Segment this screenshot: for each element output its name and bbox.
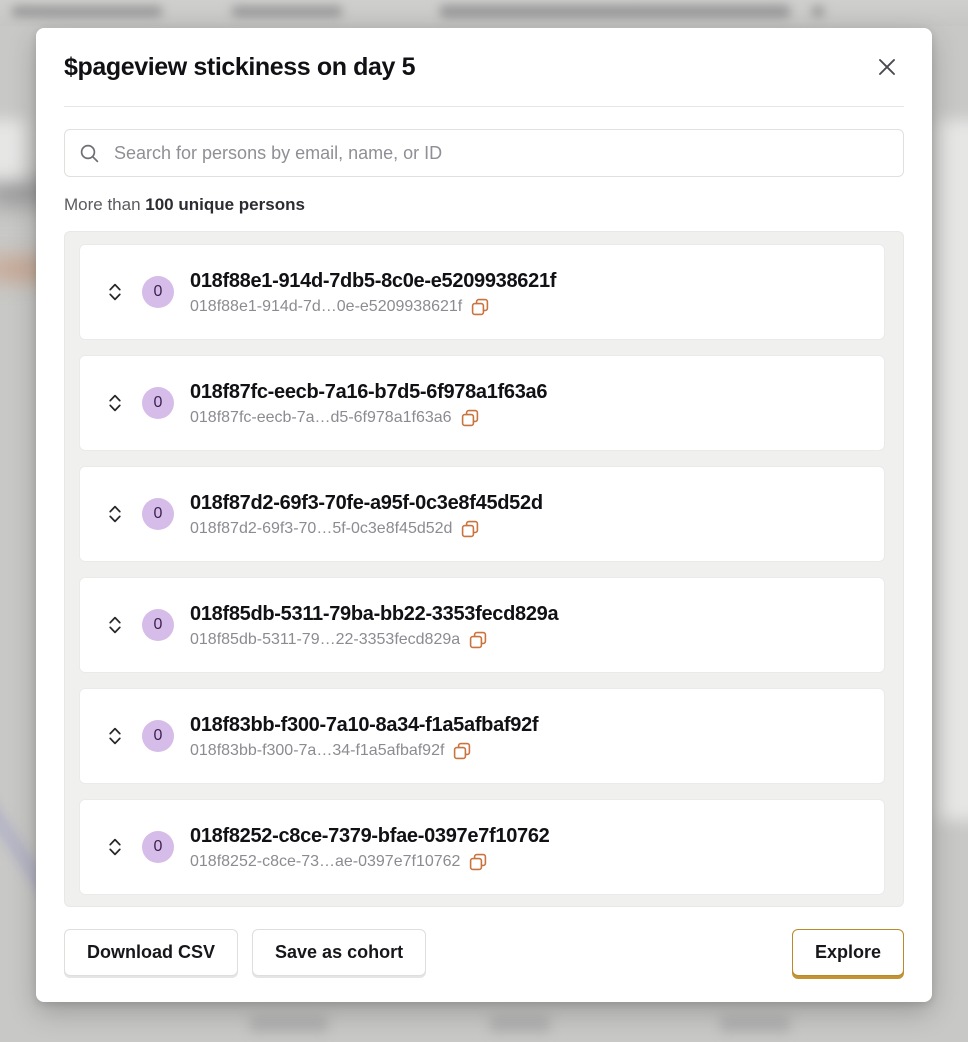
- status-badge: 0: [142, 831, 174, 863]
- backdrop-footer-chip-1: [250, 1016, 328, 1032]
- person-text: 018f8252-c8ce-7379-bfae-0397e7f10762 018f…: [190, 824, 550, 871]
- backdrop-footer-chip-3: [720, 1016, 790, 1032]
- person-text: 018f87d2-69f3-70fe-a95f-0c3e8f45d52d 018f…: [190, 491, 543, 538]
- person-subline: 018f83bb-f300-7a…34-f1a5afbaf92f: [190, 742, 538, 760]
- person-subline: 018f8252-c8ce-73…ae-0397e7f10762: [190, 853, 549, 871]
- backdrop-breadcrumb-4: [812, 6, 824, 17]
- person-distinct-id: 018f8252-c8ce-73…ae-0397e7f10762: [190, 852, 461, 870]
- count-emphasis: 100 unique persons: [145, 195, 305, 214]
- copy-icon[interactable]: [469, 853, 487, 871]
- person-name: 018f85db-5311-79ba-bb22-3353fecd829a: [190, 602, 559, 625]
- backdrop-panel-left: [0, 120, 26, 180]
- table-row[interactable]: 0 018f85db-5311-79ba-bb22-3353fecd829a 018…: [79, 577, 885, 673]
- person-name: 018f8252-c8ce-7379-bfae-0397e7f10762: [190, 824, 550, 847]
- person-name: 018f87fc-eecb-7a16-b7d5-6f978a1f63a6: [190, 380, 548, 403]
- close-icon: [876, 56, 898, 78]
- modal-footer: Download CSV Save as cohort Explore: [36, 907, 932, 1002]
- person-subline: 018f85db-5311-79…22-3353fecd829a: [190, 631, 558, 649]
- chevron-up-down-icon[interactable]: [102, 499, 128, 529]
- status-badge: 0: [142, 387, 174, 419]
- backdrop-breadcrumb-1: [12, 6, 162, 17]
- person-distinct-id: 018f83bb-f300-7a…34-f1a5afbaf92f: [190, 741, 445, 759]
- status-badge: 0: [142, 609, 174, 641]
- person-name: 018f87d2-69f3-70fe-a95f-0c3e8f45d52d: [190, 491, 543, 514]
- person-subline: 018f88e1-914d-7d…0e-e5209938621f: [190, 298, 556, 316]
- persons-modal: $pageview stickiness on day 5 More than …: [36, 28, 932, 1002]
- status-badge: 0: [142, 720, 174, 752]
- count-prefix: More than: [64, 195, 146, 214]
- search-icon: [79, 143, 100, 164]
- chevron-up-down-icon[interactable]: [102, 277, 128, 307]
- persons-list-container: 0 018f88e1-914d-7db5-8c0e-e5209938621f 018…: [64, 231, 904, 907]
- copy-icon[interactable]: [453, 742, 471, 760]
- person-distinct-id: 018f85db-5311-79…22-3353fecd829a: [190, 630, 461, 648]
- person-text: 018f87fc-eecb-7a16-b7d5-6f978a1f63a6 018f…: [190, 380, 548, 427]
- person-text: 018f83bb-f300-7a10-8a34-f1a5afbaf92f 018f…: [190, 713, 539, 760]
- download-csv-button[interactable]: Download CSV: [64, 929, 239, 976]
- close-button[interactable]: [870, 50, 904, 84]
- chevron-up-down-icon[interactable]: [102, 721, 128, 751]
- person-text: 018f88e1-914d-7db5-8c0e-e5209938621f 018f…: [190, 269, 556, 316]
- copy-icon[interactable]: [471, 298, 489, 316]
- person-subline: 018f87fc-eecb-7a…d5-6f978a1f63a6: [190, 409, 547, 427]
- status-badge: 0: [142, 276, 174, 308]
- table-row[interactable]: 0 018f87d2-69f3-70fe-a95f-0c3e8f45d52d 018…: [79, 466, 885, 562]
- save-as-cohort-button[interactable]: Save as cohort: [252, 929, 427, 976]
- table-row[interactable]: 0 018f87fc-eecb-7a16-b7d5-6f978a1f63a6 018…: [79, 355, 885, 451]
- person-distinct-id: 018f87fc-eecb-7a…d5-6f978a1f63a6: [190, 408, 452, 426]
- search-section: [36, 107, 932, 177]
- table-row[interactable]: 0 018f88e1-914d-7db5-8c0e-e5209938621f 018…: [79, 244, 885, 340]
- modal-header: $pageview stickiness on day 5: [36, 28, 932, 84]
- modal-title: $pageview stickiness on day 5: [64, 53, 416, 81]
- person-name: 018f88e1-914d-7db5-8c0e-e5209938621f: [190, 269, 557, 292]
- person-text: 018f85db-5311-79ba-bb22-3353fecd829a 018f…: [190, 602, 559, 649]
- copy-icon[interactable]: [461, 409, 479, 427]
- explore-button[interactable]: Explore: [791, 929, 904, 976]
- chevron-up-down-icon[interactable]: [102, 610, 128, 640]
- person-distinct-id: 018f88e1-914d-7d…0e-e5209938621f: [190, 297, 463, 315]
- backdrop-breadcrumb-3: [440, 5, 790, 18]
- status-badge: 0: [142, 498, 174, 530]
- persons-list-scroll[interactable]: 0 018f88e1-914d-7db5-8c0e-e5209938621f 018…: [65, 232, 903, 906]
- person-name: 018f83bb-f300-7a10-8a34-f1a5afbaf92f: [190, 713, 539, 736]
- backdrop-footer-chip-2: [490, 1016, 550, 1032]
- table-row[interactable]: 0 018f83bb-f300-7a10-8a34-f1a5afbaf92f 018…: [79, 688, 885, 784]
- copy-icon[interactable]: [461, 520, 479, 538]
- table-row[interactable]: 0 018f8252-c8ce-7379-bfae-0397e7f10762 018…: [79, 799, 885, 895]
- backdrop-breadcrumb-2: [232, 6, 342, 17]
- copy-icon[interactable]: [469, 631, 487, 649]
- chevron-up-down-icon[interactable]: [102, 832, 128, 862]
- unique-persons-count: More than 100 unique persons: [36, 177, 932, 215]
- search-input[interactable]: [112, 141, 889, 165]
- search-box[interactable]: [64, 129, 904, 177]
- chevron-up-down-icon[interactable]: [102, 388, 128, 418]
- person-subline: 018f87d2-69f3-70…5f-0c3e8f45d52d: [190, 520, 543, 538]
- person-distinct-id: 018f87d2-69f3-70…5f-0c3e8f45d52d: [190, 519, 453, 537]
- backdrop-panel-right: [938, 120, 968, 820]
